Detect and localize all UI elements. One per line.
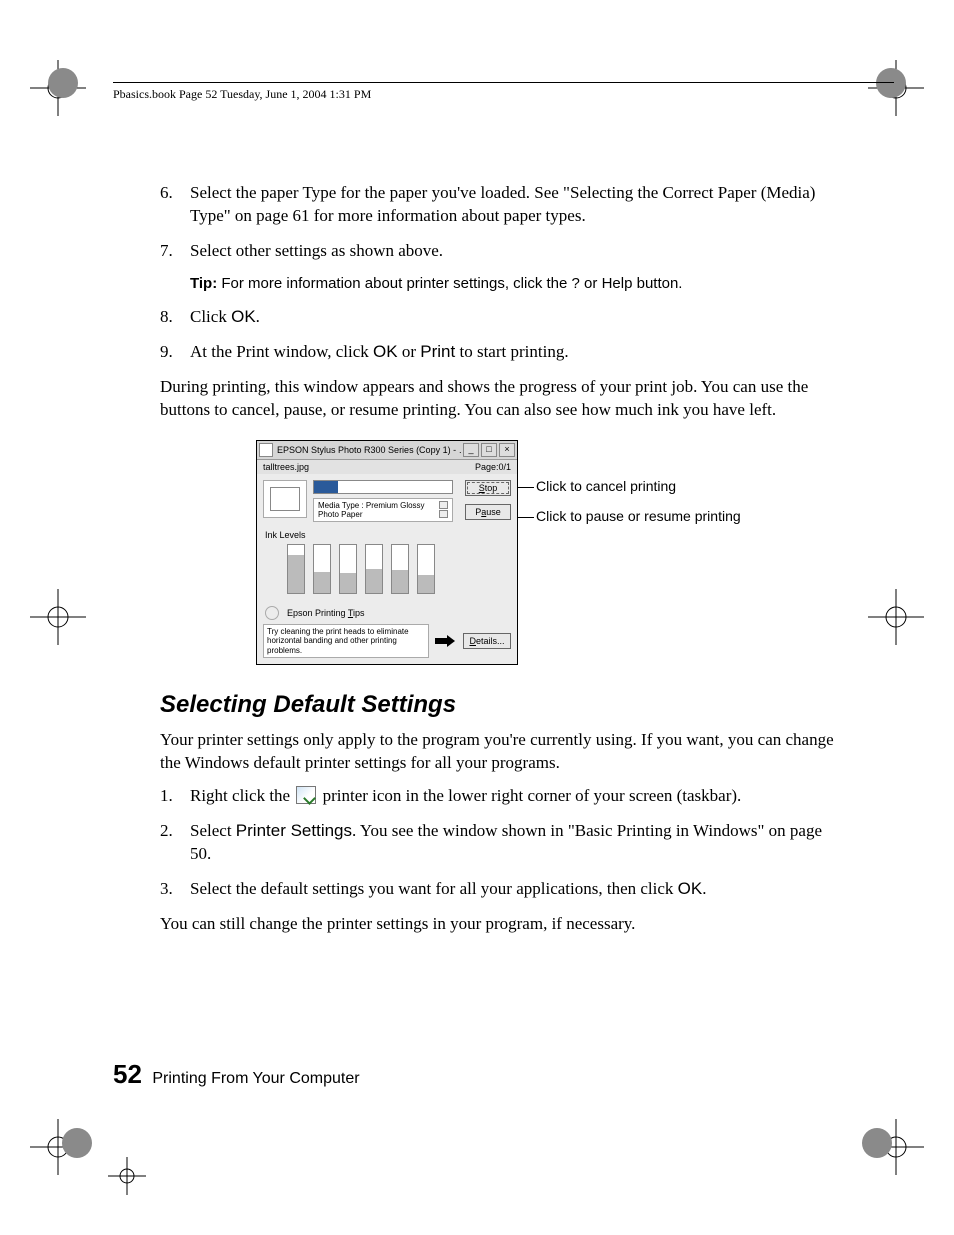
crop-mark-icon: [108, 1157, 146, 1195]
page-counter: Page:0/1: [475, 462, 511, 472]
screenshot-figure: EPSON Stylus Photo R300 Series (Copy 1) …: [256, 440, 840, 666]
step-text: Right click the printer icon in the lowe…: [190, 785, 840, 808]
register-dot-icon: [62, 1128, 92, 1158]
section-heading: Selecting Default Settings: [160, 691, 840, 719]
app-icon: [259, 443, 273, 457]
crop-mark-icon: [30, 589, 86, 645]
step-number: 8.: [160, 306, 190, 329]
page: Pbasics.book Page 52 Tuesday, June 1, 20…: [0, 0, 954, 1235]
step-text: Click OK.: [190, 306, 840, 329]
running-header: Pbasics.book Page 52 Tuesday, June 1, 20…: [113, 82, 894, 102]
ink-bar: [417, 544, 435, 594]
step-c3: 3.Select the default settings you want f…: [160, 878, 840, 901]
progress-bar: [313, 480, 453, 494]
chapter-title: Printing From Your Computer: [152, 1070, 359, 1087]
step-number: 3.: [160, 878, 190, 901]
ink-bar: [391, 544, 409, 594]
tip-end: button.: [632, 275, 682, 292]
ink-bar: [313, 544, 331, 594]
callout-cancel: Click to cancel printing: [536, 478, 741, 494]
step-text: At the Print window, click OK or Print t…: [190, 341, 840, 364]
tip-or: or: [580, 275, 602, 292]
ink-levels-label: Ink Levels: [257, 528, 517, 540]
crop-mark-icon: [868, 589, 924, 645]
register-dot-icon: [48, 68, 78, 98]
tip-q: ?: [572, 275, 580, 292]
body-paragraph: You can still change the printer setting…: [160, 913, 840, 936]
tip-text: For more information about printer setti…: [217, 275, 571, 292]
page-number: 52: [113, 1059, 142, 1089]
file-name: talltrees.jpg: [263, 462, 309, 472]
step-number: 7.: [160, 240, 190, 263]
maximize-button[interactable]: □: [481, 443, 497, 457]
step-c1: 1.Right click the printer icon in the lo…: [160, 785, 840, 808]
media-type-text: Media Type : Premium Glossy Photo Paper: [318, 501, 439, 519]
title-bar: EPSON Stylus Photo R300 Series (Copy 1) …: [257, 441, 517, 460]
pause-button[interactable]: Pause: [465, 504, 511, 520]
ink-bar: [287, 544, 305, 594]
tips-text: Try cleaning the print heads to eliminat…: [263, 624, 429, 659]
step-text: Select the default settings you want for…: [190, 878, 840, 901]
tip-note: Tip: For more information about printer …: [190, 275, 840, 292]
callout-pause: Click to pause or resume printing: [536, 508, 741, 524]
callouts: Click to cancel printing Click to pause …: [536, 440, 741, 524]
step-number: 2.: [160, 820, 190, 866]
body-paragraph: Your printer settings only apply to the …: [160, 729, 840, 775]
tip-label: Tip:: [190, 275, 217, 292]
step-number: 9.: [160, 341, 190, 364]
details-button[interactable]: Details...: [463, 633, 511, 649]
window-title: EPSON Stylus Photo R300 Series (Copy 1) …: [277, 445, 461, 455]
step-list-a: 6.Select the paper Type for the paper yo…: [160, 182, 840, 263]
content: 6.Select the paper Type for the paper yo…: [160, 182, 840, 946]
job-area: Media Type : Premium Glossy Photo Paper …: [257, 474, 517, 528]
job-header: talltrees.jpg Page:0/1: [257, 460, 517, 474]
ink-bar: [365, 544, 383, 594]
stop-button[interactable]: Stop: [465, 480, 511, 496]
page-footer: 52 Printing From Your Computer: [113, 1059, 360, 1090]
close-button[interactable]: ×: [499, 443, 515, 457]
tips-header: Epson Printing Tips: [257, 604, 517, 622]
step-8: 8.Click OK.: [160, 306, 840, 329]
step-7: 7.Select other settings as shown above.: [160, 240, 840, 263]
printer-icon: [263, 480, 307, 518]
tips-label: Epson Printing Tips: [287, 608, 365, 618]
ink-bar: [339, 544, 357, 594]
step-text: Select Printer Settings. You see the win…: [190, 820, 840, 866]
step-6: 6.Select the paper Type for the paper yo…: [160, 182, 840, 228]
step-list-b: 8.Click OK. 9.At the Print window, click…: [160, 306, 840, 364]
button-column: Stop Pause: [465, 480, 511, 522]
scroll-spinner[interactable]: [439, 501, 448, 518]
progress-window: EPSON Stylus Photo R300 Series (Copy 1) …: [256, 440, 518, 666]
step-number: 6.: [160, 182, 190, 228]
step-list-c: 1.Right click the printer icon in the lo…: [160, 785, 840, 901]
tips-row: Try cleaning the print heads to eliminat…: [263, 624, 511, 659]
step-text: Select other settings as shown above.: [190, 240, 840, 263]
ink-levels: [257, 540, 517, 604]
minimize-button[interactable]: _: [463, 443, 479, 457]
step-c2: 2.Select Printer Settings. You see the w…: [160, 820, 840, 866]
arrow-right-icon: [435, 635, 457, 647]
media-type-box: Media Type : Premium Glossy Photo Paper: [313, 498, 453, 522]
step-text: Select the paper Type for the paper you'…: [190, 182, 840, 228]
bulb-icon: [265, 606, 279, 620]
tip-help: Help: [602, 275, 633, 292]
register-dot-icon: [862, 1128, 892, 1158]
step-number: 1.: [160, 785, 190, 808]
body-paragraph: During printing, this window appears and…: [160, 376, 840, 422]
tray-printer-icon: [296, 786, 316, 804]
step-9: 9.At the Print window, click OK or Print…: [160, 341, 840, 364]
